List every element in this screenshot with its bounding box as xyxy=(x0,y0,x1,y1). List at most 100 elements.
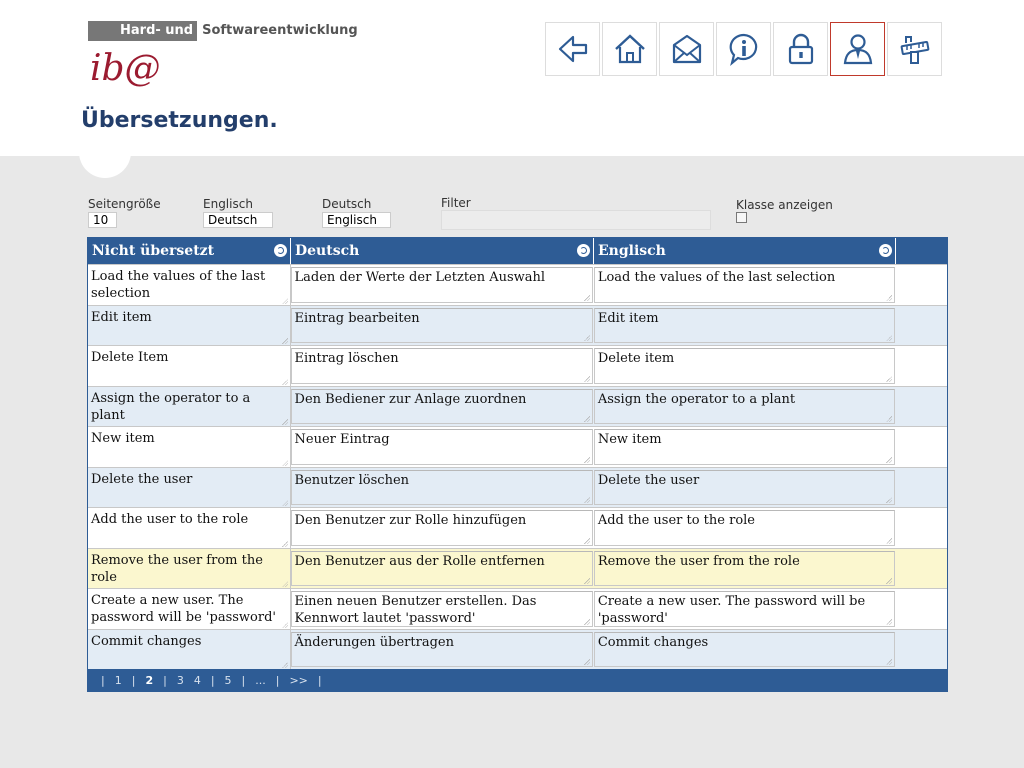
page-title: Übersetzungen. xyxy=(81,108,278,133)
resize-grip-icon[interactable] xyxy=(886,578,893,584)
cell-english[interactable]: Create a new user. The password will be … xyxy=(593,591,896,627)
resize-grip-icon[interactable] xyxy=(281,297,288,304)
table-row[interactable]: Edit item Eintrag bearbeiten Edit item xyxy=(88,304,947,345)
cell-not-translated: Load the values of the last selection xyxy=(88,265,291,305)
resize-grip-icon[interactable] xyxy=(583,537,590,544)
nav-tools-button[interactable] xyxy=(887,22,942,76)
resize-grip-icon[interactable] xyxy=(886,618,893,625)
resize-grip-icon[interactable] xyxy=(281,338,288,344)
cell-german[interactable]: Eintrag löschen xyxy=(290,348,593,384)
lock-icon xyxy=(788,33,813,65)
resize-grip-icon[interactable] xyxy=(281,662,288,668)
header-notch xyxy=(79,140,131,178)
sort-icon[interactable] xyxy=(879,244,892,257)
cell-empty xyxy=(896,265,947,305)
cell-german[interactable]: Änderungen übertragen xyxy=(290,631,593,667)
resize-grip-icon[interactable] xyxy=(886,456,893,463)
cell-english[interactable]: Commit changes xyxy=(593,631,896,667)
resize-grip-icon[interactable] xyxy=(886,659,893,665)
resize-grip-icon[interactable] xyxy=(583,294,590,301)
nav-mail-button[interactable] xyxy=(659,22,714,76)
cell-english[interactable]: Assign the operator to a plant xyxy=(593,388,896,424)
resize-grip-icon[interactable] xyxy=(281,419,288,425)
resize-grip-icon[interactable] xyxy=(583,497,590,503)
pager-link[interactable]: >> xyxy=(289,674,307,687)
table-row[interactable]: Assign the operator to a plant Den Bedien… xyxy=(88,385,947,426)
cell-german[interactable]: Neuer Eintrag xyxy=(290,429,593,465)
table-row[interactable]: Remove the user from the role Den Benutze… xyxy=(88,547,947,589)
column-header-not-translated[interactable]: Nicht übersetzt xyxy=(88,238,291,264)
company-logo: ib@ xyxy=(90,48,160,89)
column-header-english[interactable]: Englisch xyxy=(594,238,896,264)
sort-icon[interactable] xyxy=(274,244,287,257)
resize-grip-icon[interactable] xyxy=(281,500,288,506)
cell-text: Änderungen übertragen xyxy=(294,634,454,650)
nav-lock-button[interactable] xyxy=(773,22,828,76)
cell-german[interactable]: Benutzer löschen xyxy=(290,469,593,505)
resize-grip-icon[interactable] xyxy=(886,335,893,341)
resize-grip-icon[interactable] xyxy=(583,375,590,382)
cell-not-translated: Add the user to the role xyxy=(88,508,291,548)
resize-grip-icon[interactable] xyxy=(886,537,893,544)
table-row[interactable]: Delete Item Eintrag löschen Delete item xyxy=(88,345,947,386)
cell-english[interactable]: Delete item xyxy=(593,348,896,384)
pager-link[interactable]: 1 xyxy=(115,674,122,687)
table-row[interactable]: Delete the user Benutzer löschen Delete th… xyxy=(88,466,947,507)
cell-text: Edit item xyxy=(91,309,152,325)
pager-link[interactable]: ... xyxy=(255,674,266,687)
table-row[interactable]: Load the values of the last selection Lad… xyxy=(88,264,947,305)
cell-german[interactable]: Eintrag bearbeiten xyxy=(290,307,593,343)
german-input[interactable] xyxy=(322,212,391,228)
pager-link[interactable]: 3 xyxy=(177,674,184,687)
table-row[interactable]: New item Neuer Eintrag New item xyxy=(88,426,947,467)
resize-grip-icon[interactable] xyxy=(281,621,288,628)
resize-grip-icon[interactable] xyxy=(583,659,590,665)
cell-text: Edit item xyxy=(597,310,659,326)
filter-input[interactable] xyxy=(441,210,711,230)
resize-grip-icon[interactable] xyxy=(583,618,590,625)
cell-not-translated: Commit changes xyxy=(88,629,291,669)
cell-german[interactable]: Laden der Werte der Letzten Auswahl xyxy=(290,267,593,303)
resize-grip-icon[interactable] xyxy=(281,581,288,587)
table-row[interactable]: Commit changes Änderungen übertragen Commi… xyxy=(88,628,947,669)
column-header-german[interactable]: Deutsch xyxy=(291,238,594,264)
cell-english[interactable]: Add the user to the role xyxy=(593,510,896,546)
resize-grip-icon[interactable] xyxy=(886,497,893,503)
resize-grip-icon[interactable] xyxy=(281,378,288,385)
nav-user-button[interactable] xyxy=(830,22,885,76)
table-row[interactable]: Create a new user. The password will be … xyxy=(88,588,947,629)
cell-empty xyxy=(896,549,947,589)
pager-link[interactable]: 2 xyxy=(145,674,153,687)
cell-english[interactable]: Edit item xyxy=(593,307,896,343)
cell-text: Load the values of the last selection xyxy=(597,270,836,285)
table-row[interactable]: Add the user to the role Den Benutzer zur… xyxy=(88,507,947,548)
show-class-checkbox[interactable] xyxy=(736,212,747,223)
pager-link[interactable]: 4 xyxy=(194,674,201,687)
resize-grip-icon[interactable] xyxy=(583,416,590,422)
resize-grip-icon[interactable] xyxy=(886,416,893,422)
cell-german[interactable]: Den Bediener zur Anlage zuordnen xyxy=(290,388,593,424)
resize-grip-icon[interactable] xyxy=(886,294,893,301)
cell-english[interactable]: Delete the user xyxy=(593,469,896,505)
nav-info-button[interactable] xyxy=(716,22,771,76)
nav-back-button[interactable] xyxy=(545,22,600,76)
cell-text: Delete Item xyxy=(91,350,169,365)
cell-english[interactable]: Load the values of the last selection xyxy=(593,267,896,303)
resize-grip-icon[interactable] xyxy=(886,375,893,382)
resize-grip-icon[interactable] xyxy=(583,456,590,463)
back-arrow-icon xyxy=(558,35,587,63)
sort-icon[interactable] xyxy=(577,244,590,257)
resize-grip-icon[interactable] xyxy=(281,540,288,547)
page-size-input[interactable] xyxy=(88,212,117,228)
cell-german[interactable]: Den Benutzer aus der Rolle entfernen xyxy=(290,550,593,586)
english-input[interactable] xyxy=(203,212,273,228)
cell-english[interactable]: Remove the user from the role xyxy=(593,550,896,586)
pager-link[interactable]: 5 xyxy=(225,674,232,687)
resize-grip-icon[interactable] xyxy=(583,578,590,584)
cell-english[interactable]: New item xyxy=(593,429,896,465)
resize-grip-icon[interactable] xyxy=(281,459,288,466)
cell-german[interactable]: Einen neuen Benutzer erstellen. Das Kenn… xyxy=(290,591,593,627)
cell-german[interactable]: Den Benutzer zur Rolle hinzufügen xyxy=(290,510,593,546)
resize-grip-icon[interactable] xyxy=(583,335,590,341)
nav-home-button[interactable] xyxy=(602,22,657,76)
